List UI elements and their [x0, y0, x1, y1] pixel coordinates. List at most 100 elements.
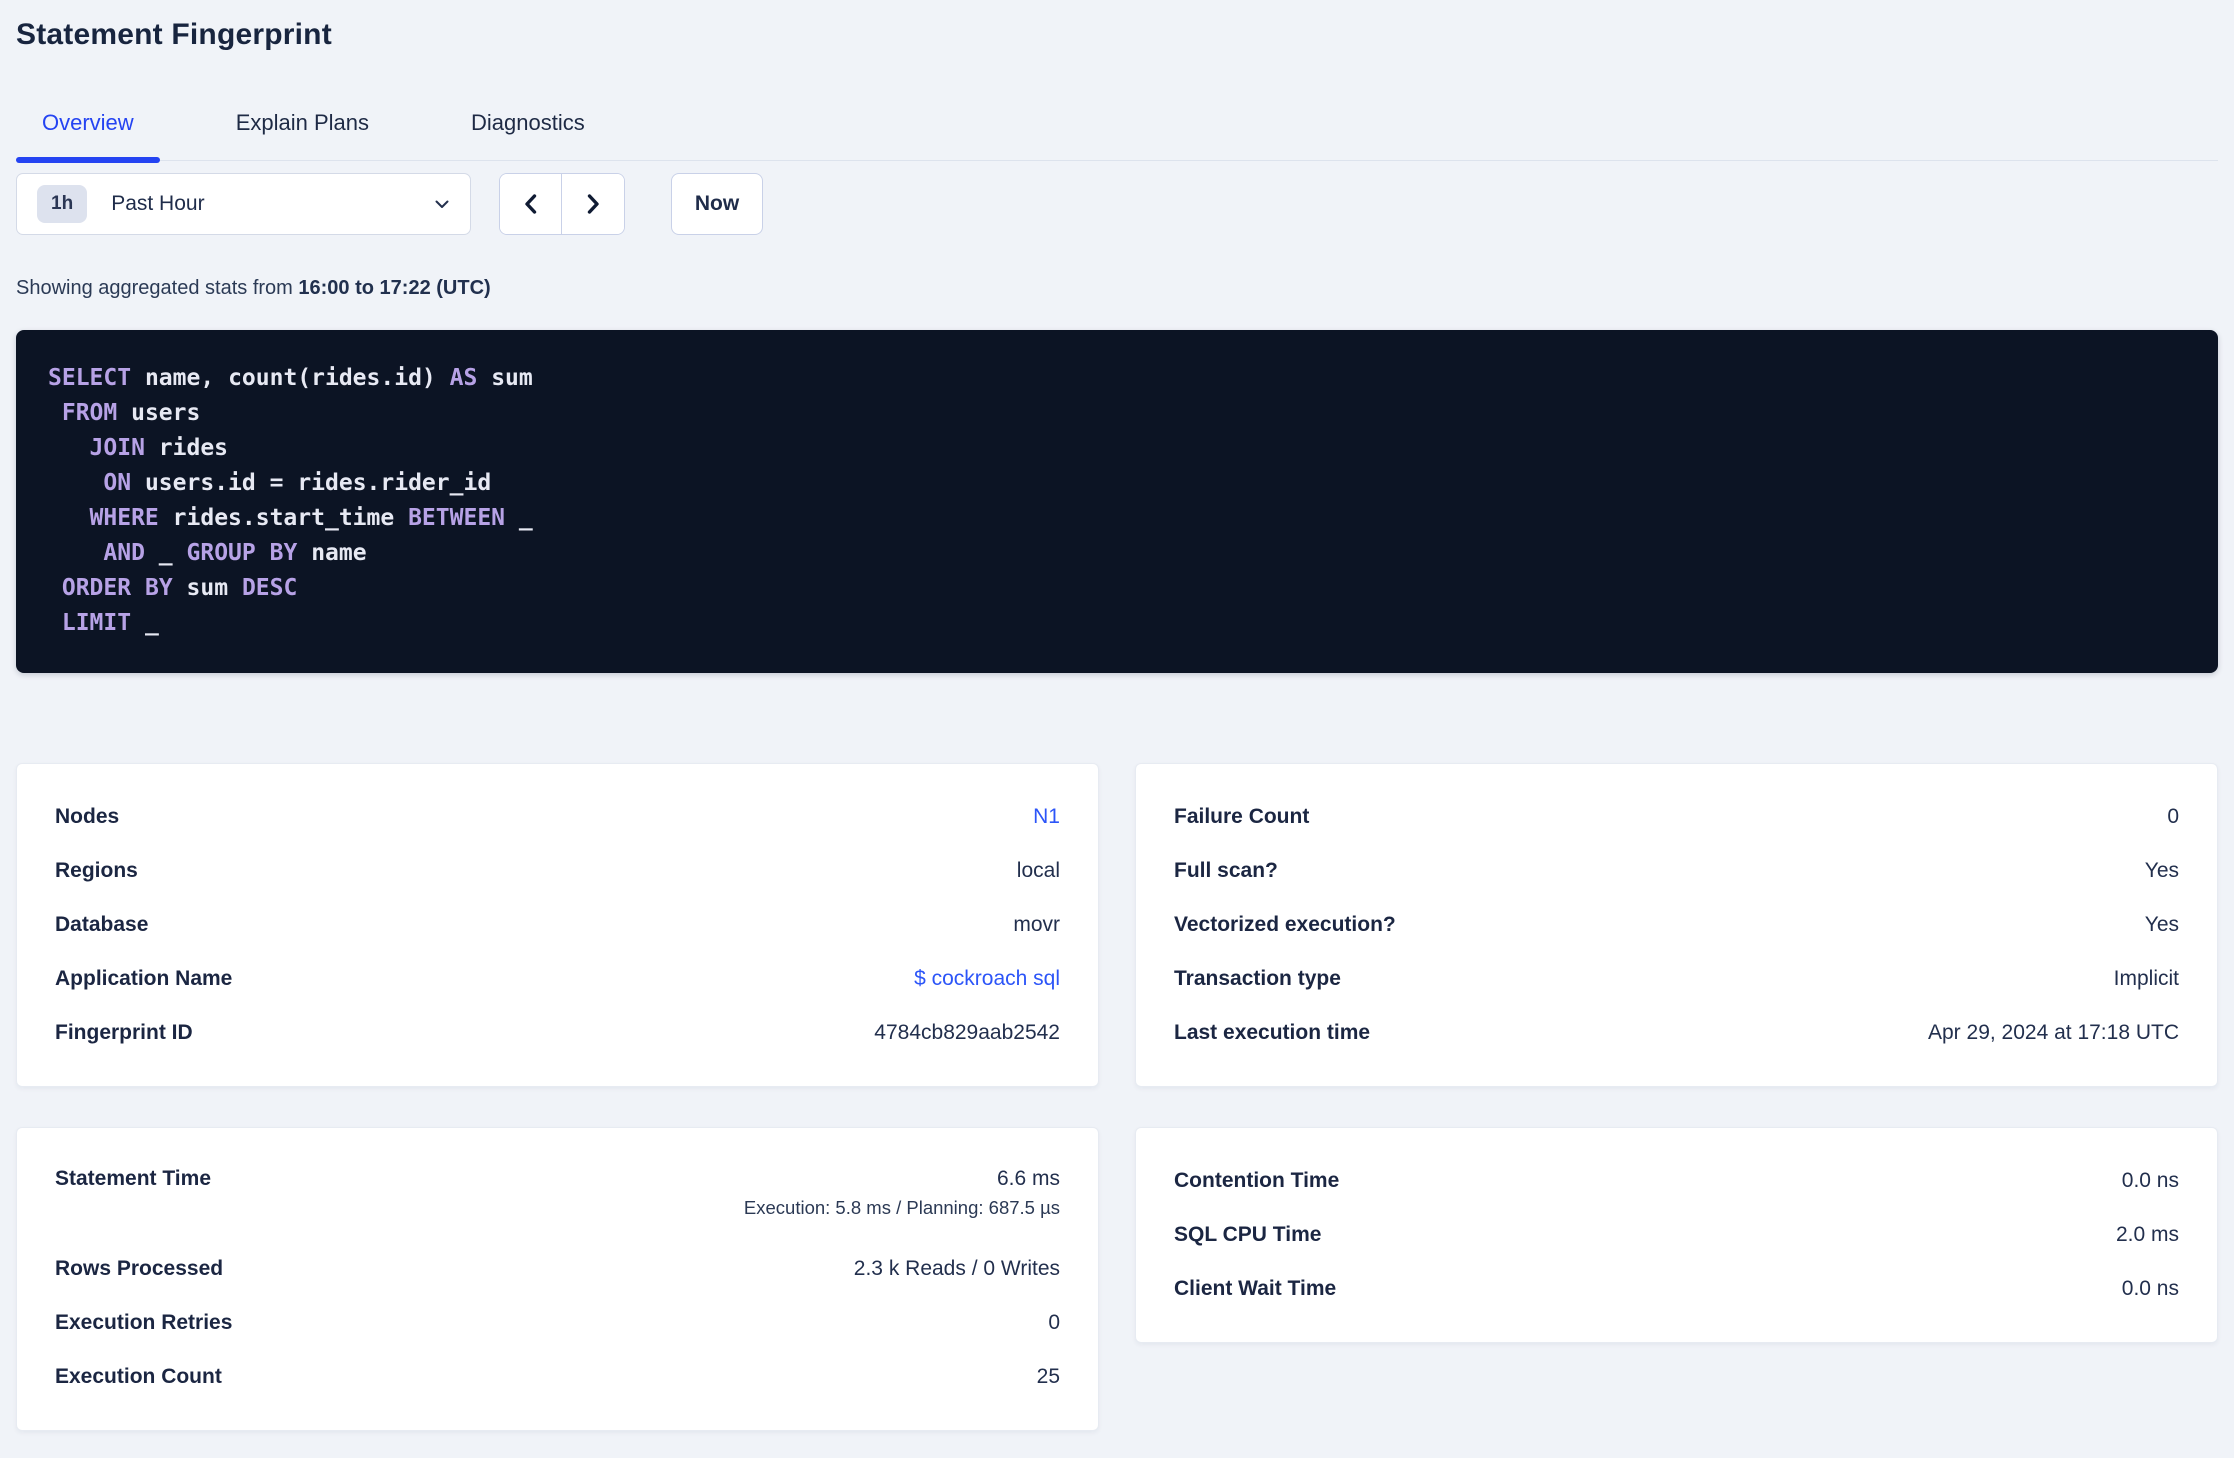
sql-line: JOIN rides — [89, 435, 229, 461]
card-row: Fingerprint ID 4784cb829aab2542 — [55, 1006, 1060, 1060]
sql-code: SELECT name, count(rides.id) AS sum FROM… — [48, 361, 2186, 641]
row-value: Apr 29, 2024 at 17:18 UTC — [1928, 1021, 2179, 1044]
row-value: 25 — [1036, 1365, 1060, 1388]
row-value: Yes — [2144, 913, 2179, 936]
row-value-wrap: 0.0 ns — [2122, 1277, 2179, 1301]
row-label: Statement Time — [55, 1167, 211, 1190]
row-label: Contention Time — [1174, 1169, 1340, 1192]
tab-bar: Overview Explain Plans Diagnostics — [16, 96, 2218, 163]
row-value-wrap: $ cockroach sql — [914, 967, 1060, 991]
row-value-wrap: 2.3 k Reads / 0 Writes — [854, 1257, 1060, 1281]
next-interval-button[interactable] — [562, 174, 624, 234]
row-value-link[interactable]: $ cockroach sql — [914, 967, 1060, 991]
row-value: Implicit — [2113, 967, 2179, 990]
row-value-wrap: Yes — [2145, 913, 2179, 937]
tab-explain-plans[interactable]: Explain Plans — [210, 96, 395, 160]
row-label: Database — [55, 913, 149, 936]
card-row: Vectorized execution? Yes — [1174, 898, 2179, 952]
now-button[interactable]: Now — [671, 173, 763, 235]
card-row: Contention Time 0.0 ns — [1174, 1154, 2179, 1208]
sql-line: WHERE rides.start_time BETWEEN _ — [89, 505, 533, 531]
row-value-wrap: 6.6 ms Execution: 5.8 ms / Planning: 687.… — [744, 1167, 1060, 1219]
row-label: Application Name — [55, 967, 233, 990]
card-row: Statement Time 6.6 ms Execution: 5.8 ms / … — [55, 1154, 1060, 1242]
row-label: SQL CPU Time — [1174, 1223, 1322, 1246]
row-value-wrap: 0.0 ns — [2122, 1169, 2179, 1193]
row-value: 2.3 k Reads / 0 Writes — [853, 1257, 1060, 1280]
chevron-left-icon — [524, 194, 536, 214]
sql-line: FROM users — [61, 400, 201, 426]
row-label: Last execution time — [1174, 1021, 1371, 1044]
statement-details-card: Nodes N1 Regions local Database movr Applicati… — [16, 763, 1099, 1087]
row-value-wrap: 0 — [1048, 1311, 1060, 1335]
row-value-wrap: 0 — [2167, 805, 2179, 829]
sql-line: AND _ GROUP BY name — [103, 540, 367, 566]
time-range-badge: 1h — [37, 185, 88, 223]
sql-line: ORDER BY sum DESC — [61, 575, 298, 601]
row-label: Fingerprint ID — [55, 1021, 193, 1044]
row-label: Vectorized execution? — [1174, 913, 1396, 936]
row-label: Full scan? — [1174, 859, 1278, 882]
time-range-select[interactable]: 1h Past Hour — [16, 173, 471, 235]
card-row: Transaction type Implicit — [1174, 952, 2179, 1006]
aggregated-stats-line: Showing aggregated stats from 16:00 to 1… — [16, 277, 2218, 300]
card-row: Full scan? Yes — [1174, 844, 2179, 898]
row-value-wrap: Yes — [2145, 859, 2179, 883]
tab-overview[interactable]: Overview — [16, 96, 160, 163]
previous-interval-button[interactable] — [500, 174, 562, 234]
card-row: Database movr — [55, 898, 1060, 952]
sql-line: LIMIT _ — [61, 610, 159, 636]
row-label: Failure Count — [1174, 805, 1310, 828]
row-value-wrap: 4784cb829aab2542 — [874, 1021, 1060, 1045]
stats-line-prefix: Showing aggregated stats from — [16, 277, 299, 299]
row-value: 4784cb829aab2542 — [874, 1021, 1060, 1044]
row-value: 0 — [2167, 805, 2179, 828]
row-value-wrap: N1 — [1033, 805, 1060, 829]
card-row: Nodes N1 — [55, 790, 1060, 844]
tab-diagnostics[interactable]: Diagnostics — [445, 96, 611, 160]
sql-line: SELECT name, count(rides.id) AS sum — [48, 365, 533, 391]
row-label: Execution Retries — [55, 1311, 233, 1334]
sql-statement-block: SELECT name, count(rides.id) AS sum FROM… — [16, 330, 2218, 673]
row-value: 0 — [1048, 1311, 1060, 1334]
row-value: 6.6 ms — [996, 1167, 1060, 1190]
page-title: Statement Fingerprint — [16, 18, 332, 51]
row-label: Nodes — [55, 805, 120, 828]
card-row: Failure Count 0 — [1174, 790, 2179, 844]
time-controls: 1h Past Hour Now — [16, 173, 2218, 235]
statement-fingerprint-page: Statement Fingerprint Overview Explain Pl… — [0, 0, 2234, 1458]
card-row: Regions local — [55, 844, 1060, 898]
row-value-wrap: Apr 29, 2024 at 17:18 UTC — [1928, 1021, 2179, 1045]
row-label: Execution Count — [55, 1365, 222, 1388]
row-subvalue: Execution: 5.8 ms / Planning: 687.5 µs — [743, 1197, 1060, 1218]
row-value: 0.0 ns — [2121, 1169, 2179, 1192]
row-value-wrap: movr — [1013, 913, 1060, 937]
chevron-down-icon — [435, 200, 449, 208]
row-value: 2.0 ms — [2115, 1223, 2179, 1246]
card-row: Client Wait Time 0.0 ns — [1174, 1262, 2179, 1316]
row-value-wrap: local — [1017, 859, 1060, 883]
card-row: Application Name $ cockroach sql — [55, 952, 1060, 1006]
row-value-wrap: Implicit — [2114, 967, 2179, 991]
row-value: local — [1016, 859, 1060, 882]
row-label: Rows Processed — [55, 1257, 224, 1280]
row-value: Yes — [2144, 859, 2179, 882]
row-label: Transaction type — [1174, 967, 1341, 990]
row-value-wrap: 25 — [1037, 1365, 1060, 1389]
card-row: Execution Count 25 — [55, 1350, 1060, 1404]
row-label: Client Wait Time — [1174, 1277, 1337, 1300]
wait-times-card: Contention Time 0.0 ns SQL CPU Time 2.0 ms C… — [1135, 1127, 2218, 1343]
row-value: movr — [1013, 913, 1060, 936]
sql-line: ON users.id = rides.rider_id — [103, 470, 492, 496]
card-row: Last execution time Apr 29, 2024 at 17:18… — [1174, 1006, 2179, 1060]
row-value-link[interactable]: N1 — [1033, 805, 1060, 829]
card-row: Rows Processed 2.3 k Reads / 0 Writes — [55, 1242, 1060, 1296]
time-range-label: Past Hour — [111, 192, 205, 215]
row-value: 0.0 ns — [2121, 1277, 2179, 1300]
statement-attributes-card: Failure Count 0 Full scan? Yes Vectorized ex… — [1135, 763, 2218, 1087]
time-step-buttons — [499, 173, 625, 235]
card-row: Execution Retries 0 — [55, 1296, 1060, 1350]
card-row: SQL CPU Time 2.0 ms — [1174, 1208, 2179, 1262]
row-value-wrap: 2.0 ms — [2116, 1223, 2179, 1247]
row-label: Regions — [55, 859, 138, 882]
